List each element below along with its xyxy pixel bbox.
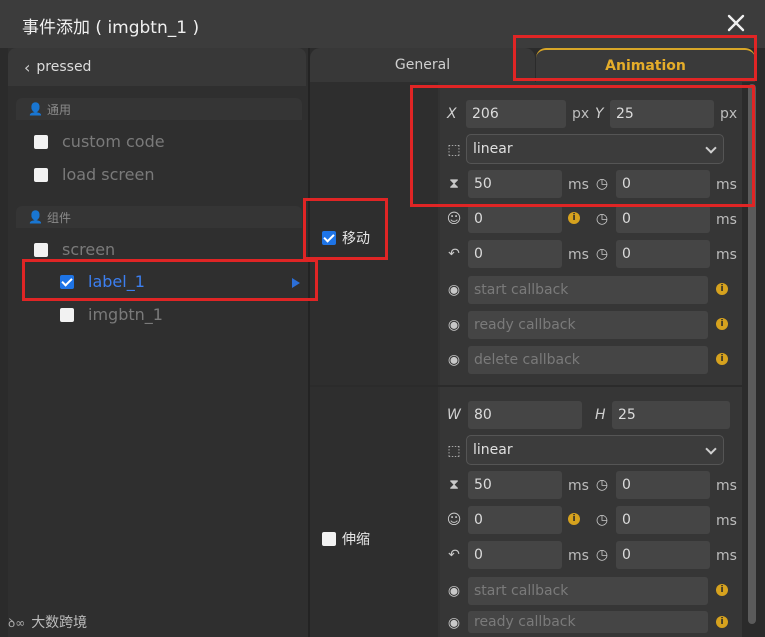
info-icon[interactable]: i — [716, 616, 728, 628]
tree-item-screen[interactable]: screen — [34, 240, 115, 259]
info-icon[interactable]: i — [716, 353, 728, 365]
tree-item-load-screen[interactable]: load screen — [34, 165, 154, 184]
w-input[interactable]: 80 — [468, 401, 582, 429]
user-icon: 👤 — [28, 102, 43, 116]
tree-item-label: load screen — [62, 165, 155, 184]
playback-icon: ↶ — [448, 547, 460, 563]
tree-item-custom-code[interactable]: custom code — [34, 132, 165, 151]
back-button[interactable]: ‹ pressed — [8, 48, 306, 86]
tab-general[interactable]: General — [310, 48, 535, 82]
playback-delay-unit: ms — [716, 247, 737, 263]
repeat-icon: ☺ — [446, 512, 462, 528]
playback-delay-unit: ms — [716, 548, 737, 564]
playback-unit: ms — [568, 247, 589, 263]
close-icon[interactable] — [723, 10, 749, 36]
callback-icon: ◉ — [447, 317, 461, 333]
move-playback-delay-input[interactable]: 0 — [616, 240, 710, 268]
w-label: W — [447, 407, 461, 423]
checkbox[interactable] — [34, 134, 48, 149]
scale-repeat-input[interactable]: 0 — [468, 506, 562, 534]
playback-unit: ms — [568, 548, 589, 564]
watermark: ꝺ∞ 大数跨境 — [8, 612, 87, 632]
scale-playback-input[interactable]: 0 — [468, 541, 562, 569]
scale-start-callback-input[interactable]: start callback — [468, 577, 708, 605]
callback-icon: ◉ — [447, 615, 461, 631]
highlight-move-params — [410, 85, 755, 207]
info-icon[interactable]: i — [716, 318, 728, 330]
group-header-components: 👤 组件 — [16, 206, 302, 228]
watermark-logo-icon: ꝺ∞ — [8, 615, 26, 630]
group-label: 通用 — [46, 102, 71, 117]
tree-item-label: screen — [62, 240, 116, 259]
h-input[interactable]: 25 — [612, 401, 730, 429]
scale-label: 伸缩 — [342, 532, 370, 548]
info-icon[interactable]: i — [716, 584, 728, 596]
callback-icon: ◉ — [447, 282, 461, 298]
info-icon[interactable]: i — [716, 283, 728, 295]
tree-item-label: custom code — [62, 132, 165, 151]
hourglass-icon: ⧗ — [449, 477, 459, 493]
window-title: 事件添加 ( imgbtn_1 ) — [22, 18, 200, 38]
repeat-delay-unit: ms — [716, 212, 737, 228]
scale-enable-toggle[interactable]: 伸缩 — [322, 529, 370, 549]
scale-ready-callback-input[interactable]: ready callback — [468, 611, 708, 633]
delay-unit: ms — [716, 478, 737, 494]
info-icon[interactable]: i — [568, 212, 580, 224]
move-ready-callback-input[interactable]: ready callback — [468, 311, 708, 339]
move-delete-callback-input[interactable]: delete callback — [468, 346, 708, 374]
move-playback-input[interactable]: 0 — [468, 240, 562, 268]
duration-unit: ms — [568, 478, 589, 494]
back-label: pressed — [36, 59, 92, 75]
scale-delay-input[interactable]: 0 — [616, 471, 710, 499]
move-repeat-input[interactable]: 0 — [468, 205, 562, 233]
scale-section-header — [310, 387, 438, 637]
checkbox[interactable] — [60, 307, 74, 322]
user-icon: 👤 — [28, 210, 43, 224]
highlight-animation-tab — [513, 35, 757, 81]
callback-icon: ◉ — [447, 352, 461, 368]
watermark-text: 大数跨境 — [31, 615, 88, 631]
group-header-general: 👤 通用 — [16, 98, 302, 120]
timer-icon: ◷ — [595, 512, 609, 528]
chevron-down-icon — [705, 443, 717, 455]
playback-icon: ↶ — [448, 246, 460, 262]
move-repeat-delay-input[interactable]: 0 — [616, 205, 710, 233]
chevron-left-icon: ‹ — [24, 57, 31, 77]
scale-playback-delay-input[interactable]: 0 — [616, 541, 710, 569]
timer-icon: ◷ — [595, 211, 609, 227]
highlight-move-toggle — [303, 198, 388, 260]
callback-icon: ◉ — [447, 583, 461, 599]
timer-icon: ◷ — [595, 246, 609, 262]
tree-item-label: imgbtn_1 — [88, 305, 163, 324]
timer-icon: ◷ — [595, 547, 609, 563]
checkbox[interactable] — [34, 167, 48, 182]
checkbox[interactable] — [322, 532, 336, 546]
select-value: linear — [473, 442, 513, 458]
tree-item-imgbtn-1[interactable]: imgbtn_1 — [60, 305, 163, 324]
info-icon[interactable]: i — [568, 513, 580, 525]
scale-repeat-delay-input[interactable]: 0 — [616, 506, 710, 534]
checkbox[interactable] — [34, 242, 48, 257]
timer-icon: ◷ — [595, 477, 609, 493]
move-start-callback-input[interactable]: start callback — [468, 276, 708, 304]
group-label: 组件 — [46, 210, 71, 225]
scale-easing-select[interactable]: linear — [466, 435, 724, 465]
scale-duration-input[interactable]: 50 — [468, 471, 562, 499]
easing-icon: ⬚ — [447, 443, 461, 459]
h-label: H — [595, 407, 606, 423]
repeat-icon: ☺ — [446, 211, 462, 227]
highlight-label-1 — [22, 259, 318, 301]
repeat-delay-unit: ms — [716, 513, 737, 529]
